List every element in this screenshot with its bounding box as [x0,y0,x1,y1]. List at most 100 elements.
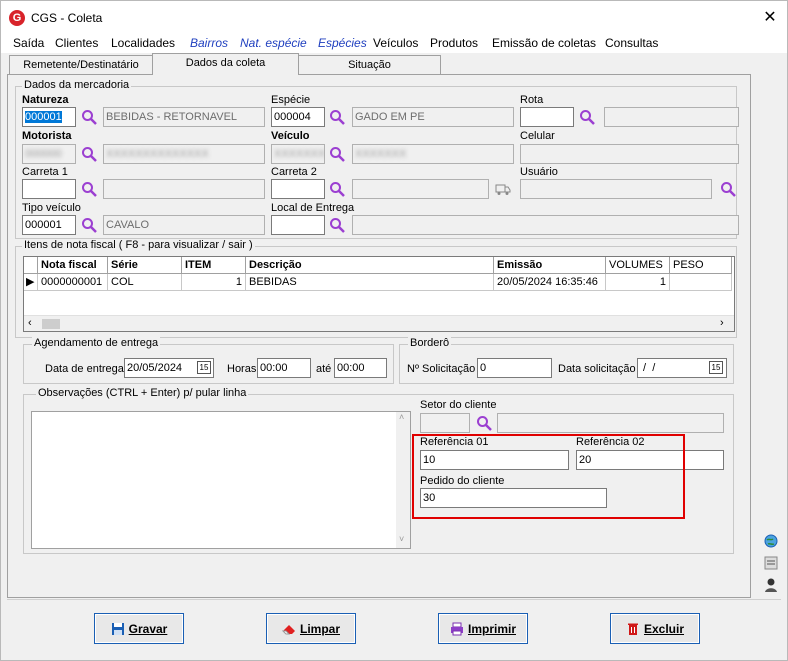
observacoes-textarea[interactable]: ˄ ˅ [31,411,411,549]
data-entrega-label: Data de entrega [45,363,124,375]
horas-field[interactable]: 00:00 [257,358,311,378]
scroll-left-icon[interactable]: ‹ [28,317,32,329]
data-entrega-calendar-icon[interactable]: 15 [197,361,211,374]
rota-search-icon[interactable] [579,109,595,125]
local-entrega-search-icon[interactable] [329,217,345,233]
tab-dados-coleta[interactable]: Dados da coleta [152,53,299,75]
title-bar: G CGS - Coleta ✕ [1,1,787,33]
natureza-desc-field: BEBIDAS - RETORNAVEL [103,107,265,127]
usuario-field[interactable] [520,179,712,199]
app-logo-icon: G [9,10,25,26]
mercadoria-group-title: Dados da mercadoria [22,79,132,91]
truck-icon[interactable] [495,181,511,197]
carreta1-code-field[interactable] [22,179,76,199]
tipo-veiculo-search-icon[interactable] [81,217,97,233]
observacoes-scrollbar[interactable]: ˄ ˅ [396,412,410,548]
grid-header-peso[interactable]: PESO [670,257,732,274]
scroll-up-icon[interactable]: ˄ [399,412,404,422]
menu-bairros[interactable]: Bairros [190,36,228,50]
document-icon[interactable] [763,555,779,571]
grid-header-serie[interactable]: Série [108,257,182,274]
itens-grid[interactable]: Nota fiscal Série ITEM Descrição Emissão… [23,256,735,332]
menu-saida[interactable]: Saída [13,36,44,50]
setor-cliente-code-field[interactable] [420,413,470,433]
tipo-veiculo-label: Tipo veículo [22,202,81,214]
carreta1-search-icon[interactable] [81,181,97,197]
veiculo-desc-field: XXXXXXX [352,144,514,164]
carreta2-code-field[interactable] [271,179,325,199]
rota-code-field[interactable] [520,107,574,127]
menu-produtos[interactable]: Produtos [430,36,478,50]
limpar-label: Limpar [299,621,340,636]
rota-desc-field [604,107,739,127]
menu-veiculos[interactable]: Veículos [373,36,418,50]
gravar-button[interactable]: Gravar [94,613,184,644]
local-entrega-desc-field [352,215,739,235]
menu-consultas[interactable]: Consultas [605,36,658,50]
menu-nat-especie[interactable]: Nat. espécie [240,36,307,50]
veiculo-code-field[interactable]: XXXXXXX [271,144,325,164]
carreta2-search-icon[interactable] [329,181,345,197]
cell-emissao[interactable]: 20/05/2024 16:35:46 [494,274,606,291]
cell-item[interactable]: 1 [182,274,246,291]
natureza-search-icon[interactable] [81,109,97,125]
tab-remetente-destinatario[interactable]: Remetente/Destinatário [9,55,153,74]
cell-peso[interactable] [670,274,732,291]
cell-descricao[interactable]: BEBIDAS [246,274,494,291]
celular-label: Celular [520,130,555,142]
user-icon[interactable] [763,577,779,593]
itens-group-title: Itens de nota fiscal ( F8 - para visuali… [22,239,255,251]
globe-icon[interactable] [763,533,779,549]
observacoes-group-title: Observações (CTRL + Enter) p/ pular linh… [36,387,249,399]
grid-header-emissao[interactable]: Emissão [494,257,606,274]
local-entrega-code-field[interactable] [271,215,325,235]
close-icon[interactable]: ✕ [759,7,781,29]
grid-header-descricao[interactable]: Descrição [246,257,494,274]
excluir-button[interactable]: Excluir [610,613,700,644]
setor-cliente-search-icon[interactable] [476,415,492,431]
imprimir-button[interactable]: Imprimir [438,613,528,644]
natureza-code-field[interactable]: 000001 [22,107,76,127]
grid-header-nota[interactable]: Nota fiscal [38,257,108,274]
carreta2-label: Carreta 2 [271,166,317,178]
data-solicitacao-calendar-icon[interactable]: 15 [709,361,723,374]
bordero-group-title: Borderô [408,337,452,349]
data-solicitacao-label: Data solicitação [558,363,636,375]
scroll-right-icon[interactable]: › [720,317,724,329]
natureza-label: Natureza [22,94,69,106]
scroll-down-icon[interactable]: ˅ [399,534,404,544]
grid-header-indicator [24,257,38,274]
grid-horizontal-scrollbar[interactable]: ‹ › [24,315,734,331]
especie-code-field[interactable]: 000004 [271,107,325,127]
carreta1-desc-field [103,179,265,199]
grid-header-item[interactable]: ITEM [182,257,246,274]
limpar-button[interactable]: Limpar [266,613,356,644]
menu-clientes[interactable]: Clientes [55,36,98,50]
tipo-veiculo-desc-field: CAVALO [103,215,265,235]
menu-localidades[interactable]: Localidades [111,36,175,50]
tipo-veiculo-code-field[interactable]: 000001 [22,215,76,235]
menu-emissao-coletas[interactable]: Emissão de coletas [492,36,596,50]
menu-especies[interactable]: Espécies [318,36,367,50]
solicitacao-field[interactable]: 0 [477,358,552,378]
menu-bar: Saída Clientes Localidades Bairros Nat. … [1,33,787,53]
usuario-search-icon[interactable] [720,181,736,197]
eraser-icon [281,622,296,636]
setor-cliente-desc-field [497,413,724,433]
especie-search-icon[interactable] [329,109,345,125]
motorista-search-icon[interactable] [81,146,97,162]
cell-serie[interactable]: COL [108,274,182,291]
celular-field[interactable] [520,144,739,164]
veiculo-label: Veículo [271,130,310,142]
cell-volumes[interactable]: 1 [606,274,670,291]
motorista-code-field[interactable]: 000000 [22,144,76,164]
ate-field[interactable]: 00:00 [334,358,387,378]
scroll-thumb[interactable] [42,319,60,329]
trash-icon [626,622,640,636]
setor-cliente-label: Setor do cliente [420,399,497,411]
grid-header-volumes[interactable]: VOLUMES [606,257,670,274]
tab-situacao[interactable]: Situação [298,55,441,74]
veiculo-search-icon[interactable] [329,146,345,162]
carreta2-desc-field [352,179,489,199]
cell-nota[interactable]: 0000000001 [38,274,108,291]
